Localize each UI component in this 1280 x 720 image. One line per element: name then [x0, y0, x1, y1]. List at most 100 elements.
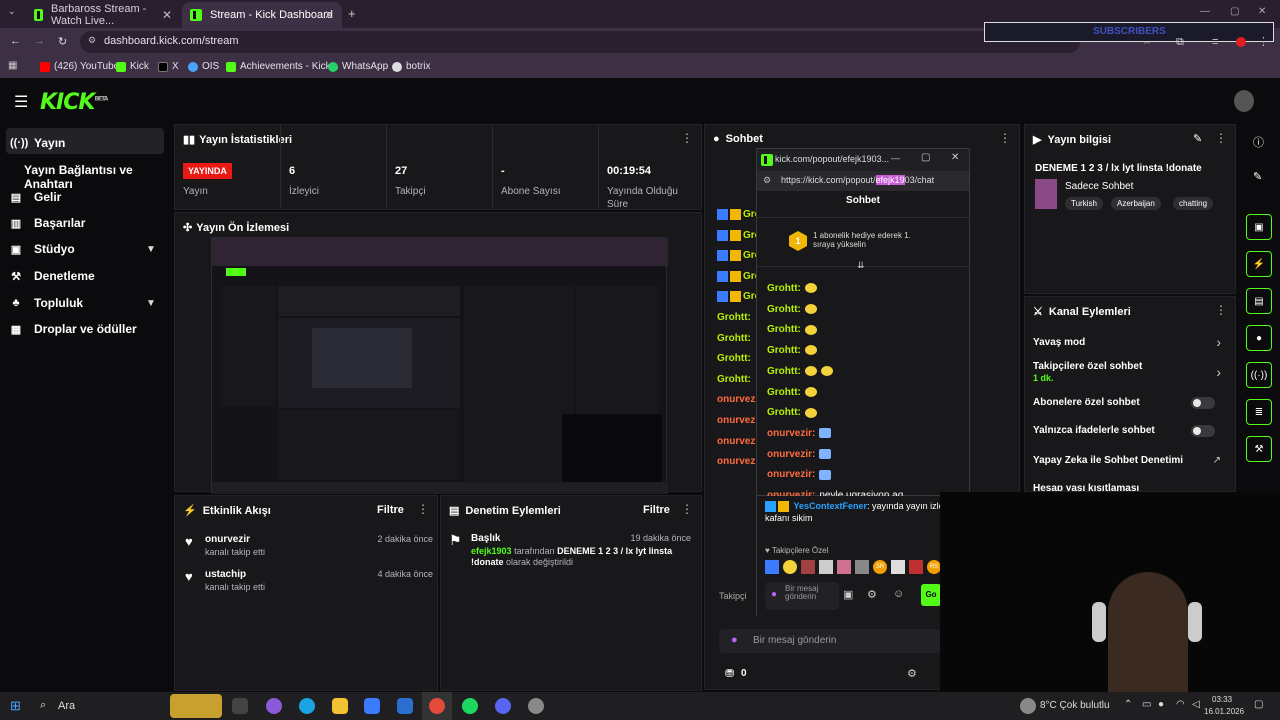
kick-logo[interactable]: KICKBETA — [40, 90, 108, 115]
user-avatar[interactable] — [1234, 90, 1254, 112]
more-options-icon[interactable]: ⋮ — [999, 131, 1011, 145]
emote-picker-icon[interactable]: ☺ — [893, 588, 904, 600]
chat-username[interactable]: Grohtt: — [767, 387, 801, 398]
popout-message-input[interactable]: ● Bir mesaj gönderin — [765, 582, 839, 610]
send-button[interactable]: Go — [921, 584, 941, 606]
tab-barbaross[interactable]: Barbaross Stream - Watch Live... ✕ — [26, 2, 180, 28]
sidebar-item-stream[interactable]: ((·)) Yayın — [10, 136, 65, 150]
rail-broadcast-button[interactable]: ((·)) — [1246, 362, 1272, 388]
chat-settings-icon[interactable]: ⚙ — [907, 667, 917, 680]
maximize-icon[interactable]: ▢ — [1230, 6, 1239, 17]
category-thumbnail[interactable] — [1035, 179, 1057, 209]
more-options-icon[interactable]: ⋮ — [417, 502, 429, 516]
taskbar-search[interactable]: Ara — [58, 700, 75, 712]
tray-chevron-icon[interactable]: ⌃ — [1124, 699, 1132, 710]
chat-username[interactable]: Grohtt: — [767, 366, 801, 377]
chat-username[interactable]: onurvezir: — [767, 428, 815, 439]
media-icon[interactable]: ≡ — [1212, 36, 1218, 48]
emote-icon[interactable]: RS — [927, 560, 941, 574]
window-close-icon[interactable]: ✕ — [1258, 6, 1266, 17]
chevron-right-icon[interactable]: › — [1216, 364, 1221, 380]
settings-icon[interactable]: ⚙ — [867, 588, 877, 601]
bookmark-kick[interactable]: Kick — [116, 61, 149, 72]
chat-username[interactable]: YesContextFener — [794, 501, 868, 511]
obs-icon[interactable] — [528, 698, 544, 714]
external-link-icon[interactable]: ↗ — [1213, 455, 1221, 466]
network-icon[interactable]: ▭ — [1142, 699, 1151, 710]
action-ai-moderation[interactable]: Yapay Zeka ile Sohbet Denetimi — [1033, 455, 1183, 466]
chat-username[interactable]: Grohtt: — [717, 353, 751, 364]
sidebar-item-stream-key[interactable]: Yayın Bağlantısı ve Anahtarı — [24, 163, 172, 191]
emote-icon[interactable] — [783, 560, 797, 574]
chat-username[interactable]: Grohtt: — [767, 304, 801, 315]
gift-icon[interactable]: ▣ — [843, 588, 853, 601]
more-options-icon[interactable]: ⋮ — [1215, 303, 1227, 317]
emote-icon[interactable] — [837, 560, 851, 574]
chat-username[interactable]: onurvezir: — [767, 469, 815, 480]
pinned-leaderboard[interactable]: 1 1 abonelik hediye ederek 1. sıraya yük… — [757, 217, 969, 270]
reload-icon[interactable]: ↻ — [58, 35, 67, 48]
minimize-icon[interactable]: — — [1200, 6, 1210, 17]
tag-chip[interactable]: chatting — [1173, 197, 1214, 210]
emote-icon[interactable] — [765, 560, 779, 574]
chevron-right-icon[interactable]: › — [1216, 334, 1221, 350]
collapse-icon[interactable]: ⇊ — [857, 260, 865, 271]
info-icon[interactable]: ⓘ — [1253, 134, 1264, 150]
file-explorer-icon[interactable] — [332, 698, 348, 714]
tag-chip[interactable]: Turkish — [1065, 197, 1103, 210]
browser-menu-icon[interactable]: ⋮ — [1258, 35, 1269, 48]
sidebar-item-studio[interactable]: ▣ Stüdyo — [10, 242, 75, 256]
emotes-only-toggle[interactable] — [1191, 425, 1215, 437]
microphone-icon[interactable]: ● — [731, 634, 738, 646]
clock-time[interactable]: 03:33 — [1212, 695, 1232, 704]
notification-icon[interactable]: ▢ — [1254, 699, 1263, 710]
rail-chat-button[interactable]: ● — [1246, 325, 1272, 351]
site-info-icon[interactable]: ⚙ — [763, 175, 771, 186]
spotify-icon[interactable] — [462, 698, 478, 714]
action-slow-mode[interactable]: Yavaş mod — [1033, 337, 1085, 348]
microphone-icon[interactable]: ● — [1158, 699, 1164, 710]
sidebar-item-moderation[interactable]: ⚒ Denetleme — [10, 269, 95, 283]
apps-grid-icon[interactable]: ▦ — [8, 60, 17, 71]
rail-list-button[interactable]: ≣ — [1246, 399, 1272, 425]
store-icon[interactable] — [364, 698, 380, 714]
chat-username[interactable]: Grohtt: — [717, 312, 751, 323]
bookmark-achievements[interactable]: Achievements - Kick... — [226, 61, 339, 72]
copilot-icon[interactable] — [266, 698, 282, 714]
forward-icon[interactable]: → — [34, 35, 45, 47]
chrome-icon[interactable] — [429, 698, 445, 714]
chevron-down-icon[interactable]: ▼ — [146, 244, 156, 255]
chat-username[interactable]: onurvezir: — [767, 449, 815, 460]
chat-username[interactable]: Grohtt: — [767, 345, 801, 356]
close-icon[interactable]: ✕ — [162, 8, 172, 22]
emote-icon[interactable] — [819, 560, 833, 574]
more-options-icon[interactable]: ⋮ — [1215, 131, 1227, 145]
more-options-icon[interactable]: ⋮ — [681, 502, 693, 516]
close-icon[interactable]: ✕ — [951, 152, 959, 163]
sidebar-item-drops[interactable]: ▦ Droplar ve ödüller — [10, 322, 137, 336]
activity-filter-button[interactable]: Filtre — [377, 504, 404, 516]
action-account-age[interactable]: Hesap yaşı kısıtlaması — [1033, 483, 1139, 491]
rail-notes-button[interactable]: ▤ — [1246, 288, 1272, 314]
tag-chip[interactable]: Azerbaijan — [1111, 197, 1161, 210]
url-input[interactable]: ⚙ dashboard.kick.com/stream ☆ — [80, 31, 1152, 53]
emote-icon[interactable] — [909, 560, 923, 574]
emote-icon[interactable] — [891, 560, 905, 574]
extensions-icon[interactable]: ⧉ — [1176, 36, 1184, 49]
discord-icon[interactable] — [495, 698, 511, 714]
site-info-icon[interactable]: ⚙ — [88, 35, 96, 46]
bookmark-ois[interactable]: OIS — [188, 61, 219, 72]
bookmark-whatsapp[interactable]: WhatsApp — [328, 61, 388, 72]
stream-category[interactable]: Sadece Sohbet — [1065, 181, 1133, 192]
modlog-user[interactable]: efejk1903 — [471, 546, 512, 556]
back-icon[interactable]: ← — [10, 35, 21, 47]
edit-pencil-icon[interactable]: ✎ — [1253, 170, 1262, 183]
activity-user[interactable]: onurvezir — [205, 534, 250, 545]
chat-username[interactable]: Grohtt: — [767, 324, 801, 335]
action-followers-only[interactable]: Takipçilere özel sohbet — [1033, 361, 1142, 372]
tab-list-icon[interactable]: ⌄ — [8, 6, 16, 17]
emote-icon[interactable] — [855, 560, 869, 574]
minimize-icon[interactable]: — — [891, 153, 900, 163]
emote-icon[interactable] — [801, 560, 815, 574]
tab-kick-dashboard[interactable]: Stream - Kick Dashboard ✕ — [182, 2, 342, 28]
